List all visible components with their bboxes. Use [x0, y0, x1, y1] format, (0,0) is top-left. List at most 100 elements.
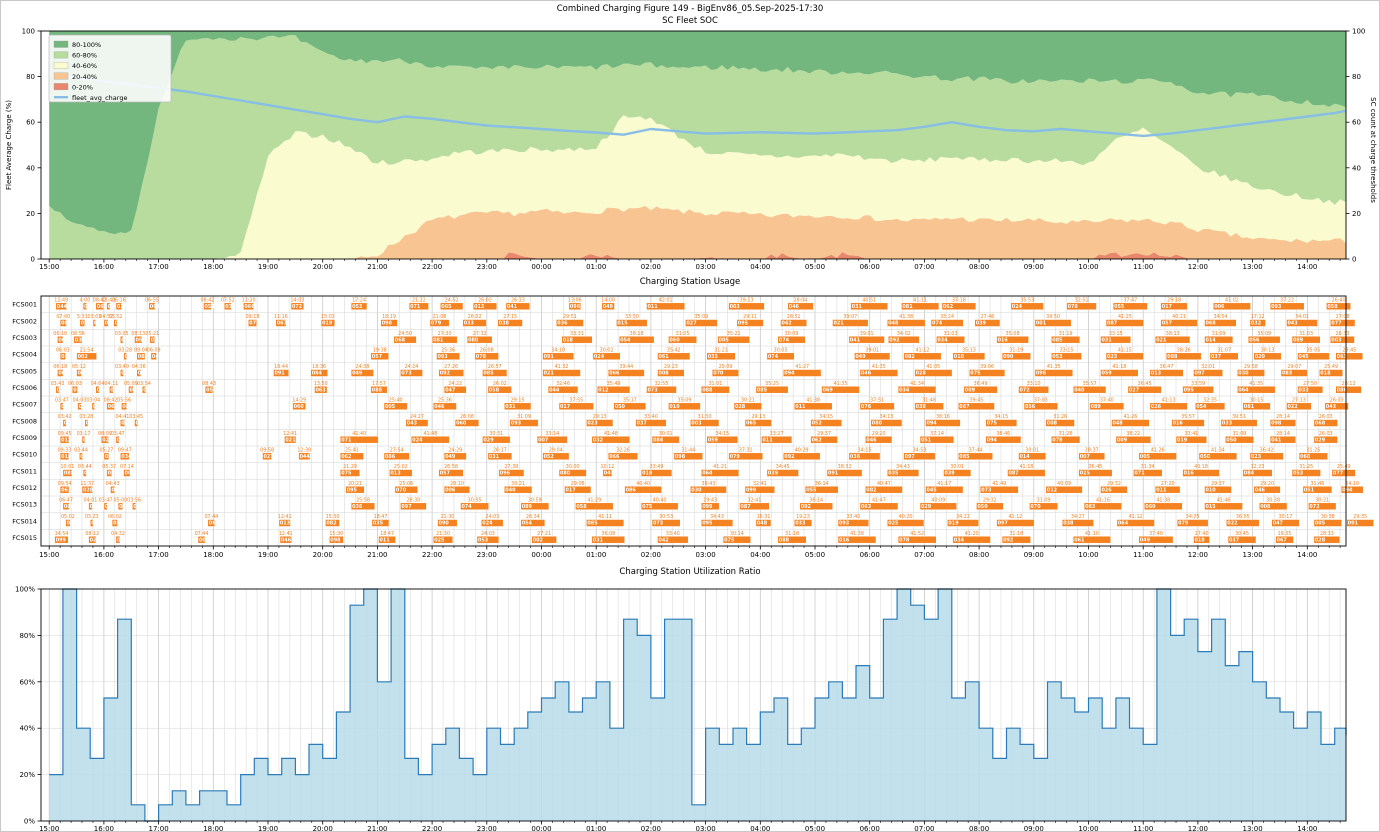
svg-text:077: 077	[1331, 321, 1342, 327]
svg-text:083: 083	[122, 404, 133, 410]
svg-text:069: 069	[117, 537, 128, 543]
svg-text:27:46: 27:46	[980, 314, 994, 320]
svg-text:31:26: 31:26	[1053, 414, 1067, 420]
svg-text:086: 086	[385, 454, 396, 460]
svg-text:31:19: 31:19	[1059, 331, 1073, 337]
svg-text:057: 057	[113, 521, 124, 527]
svg-text:29:20: 29:20	[872, 431, 886, 437]
svg-text:40:09: 40:09	[1057, 481, 1071, 487]
svg-text:05:37: 05:37	[102, 464, 116, 470]
svg-text:26:02: 26:02	[478, 297, 492, 303]
svg-text:046: 046	[281, 537, 292, 543]
svg-text:063: 063	[58, 337, 69, 343]
row-label-FCS001: FCS001	[12, 301, 37, 309]
svg-text:35:57: 35:57	[1083, 381, 1097, 387]
svg-text:048: 048	[119, 504, 130, 510]
svg-text:31:09: 31:09	[1232, 431, 1246, 437]
svg-text:32:55: 32:55	[655, 381, 669, 387]
svg-text:00:00: 00:00	[531, 551, 551, 559]
svg-text:075: 075	[642, 504, 653, 510]
svg-text:04:04: 04:04	[91, 381, 105, 387]
svg-text:079: 079	[730, 454, 741, 460]
svg-text:34:01: 34:01	[1295, 314, 1309, 320]
svg-text:05:27: 05:27	[99, 447, 113, 453]
svg-text:41:05: 41:05	[926, 364, 940, 370]
svg-text:09:47: 09:47	[118, 447, 132, 453]
svg-text:08:13: 08:13	[131, 331, 145, 337]
svg-text:21:00: 21:00	[367, 551, 387, 559]
svg-text:02:00: 02:00	[641, 263, 661, 271]
svg-text:041: 041	[507, 304, 518, 310]
svg-text:35:17: 35:17	[623, 397, 637, 403]
svg-text:41:20: 41:20	[965, 531, 979, 537]
svg-text:02:00: 02:00	[641, 825, 661, 832]
svg-text:020: 020	[138, 371, 149, 377]
util-subplot: 0%20%40%60%80%100%15:0016:0017:0018:0019…	[15, 586, 1346, 832]
svg-text:41:12: 41:12	[1008, 514, 1022, 520]
svg-text:12:30: 12:30	[297, 447, 311, 453]
svg-text:30:17: 30:17	[1279, 514, 1293, 520]
svg-text:038: 038	[916, 404, 927, 410]
svg-text:33:27: 33:27	[770, 431, 784, 437]
svg-text:045: 045	[927, 487, 938, 493]
svg-text:054: 054	[620, 337, 631, 343]
svg-text:052: 052	[812, 421, 822, 427]
svg-text:04:32: 04:32	[111, 531, 125, 537]
svg-text:41:48: 41:48	[423, 431, 437, 437]
svg-text:04:01: 04:01	[83, 497, 97, 503]
svg-text:016: 016	[1173, 421, 1184, 427]
svg-text:27:21: 27:21	[537, 531, 551, 537]
svg-text:034: 034	[899, 387, 910, 393]
svg-text:03:44: 03:44	[78, 464, 92, 470]
svg-text:046: 046	[861, 371, 872, 377]
row-label-FCS002: FCS002	[12, 317, 37, 325]
svg-text:37:55: 37:55	[569, 397, 583, 403]
svg-text:073: 073	[653, 521, 664, 527]
svg-text:26:08: 26:08	[480, 347, 494, 353]
svg-text:023: 023	[1107, 354, 1118, 360]
svg-text:34:15: 34:15	[994, 414, 1008, 420]
svg-text:30:59: 30:59	[528, 497, 542, 503]
svg-text:38:22: 38:22	[1126, 431, 1140, 437]
svg-text:30:01: 30:01	[659, 431, 673, 437]
svg-text:024: 024	[1012, 304, 1023, 310]
svg-text:066: 066	[209, 521, 220, 527]
svg-text:15:30: 15:30	[326, 514, 340, 520]
svg-text:035: 035	[708, 354, 719, 360]
svg-text:08:00: 08:00	[969, 825, 989, 832]
svg-text:27:50: 27:50	[1303, 381, 1317, 387]
svg-text:031: 031	[852, 304, 863, 310]
svg-text:040: 040	[1074, 387, 1085, 393]
svg-text:022: 022	[1288, 404, 1298, 410]
svg-text:065: 065	[441, 304, 452, 310]
svg-text:14:00: 14:00	[1297, 825, 1317, 832]
svg-text:075: 075	[970, 371, 981, 377]
svg-text:07:00: 07:00	[56, 314, 70, 320]
svg-text:044: 044	[549, 387, 560, 393]
svg-text:092: 092	[889, 337, 899, 343]
svg-text:32:26: 32:26	[616, 447, 630, 453]
svg-text:27:30: 27:30	[438, 331, 452, 337]
svg-text:41:18: 41:18	[1112, 364, 1126, 370]
svg-text:045: 045	[1299, 354, 1310, 360]
svg-text:050: 050	[1226, 437, 1237, 443]
svg-text:41:26: 41:26	[1151, 447, 1165, 453]
svg-text:41:38: 41:38	[806, 397, 820, 403]
svg-text:100%: 100%	[15, 586, 35, 594]
svg-text:004: 004	[150, 304, 161, 310]
svg-text:09:00: 09:00	[1024, 551, 1044, 559]
svg-text:37:40: 37:40	[1100, 397, 1114, 403]
svg-text:31:09: 31:09	[1037, 497, 1051, 503]
svg-text:10:00: 10:00	[1078, 263, 1098, 271]
svg-text:011: 011	[795, 404, 806, 410]
svg-text:003: 003	[691, 421, 702, 427]
svg-text:03:23: 03:23	[85, 514, 99, 520]
svg-text:042: 042	[782, 321, 792, 327]
svg-text:41:12: 41:12	[915, 347, 929, 353]
svg-text:29:37: 29:37	[817, 431, 831, 437]
svg-text:20:00: 20:00	[313, 825, 333, 832]
svg-text:80: 80	[26, 73, 35, 81]
svg-text:016: 016	[839, 537, 850, 543]
svg-text:30:02: 30:02	[600, 347, 614, 353]
svg-text:35:08: 35:08	[1006, 331, 1020, 337]
